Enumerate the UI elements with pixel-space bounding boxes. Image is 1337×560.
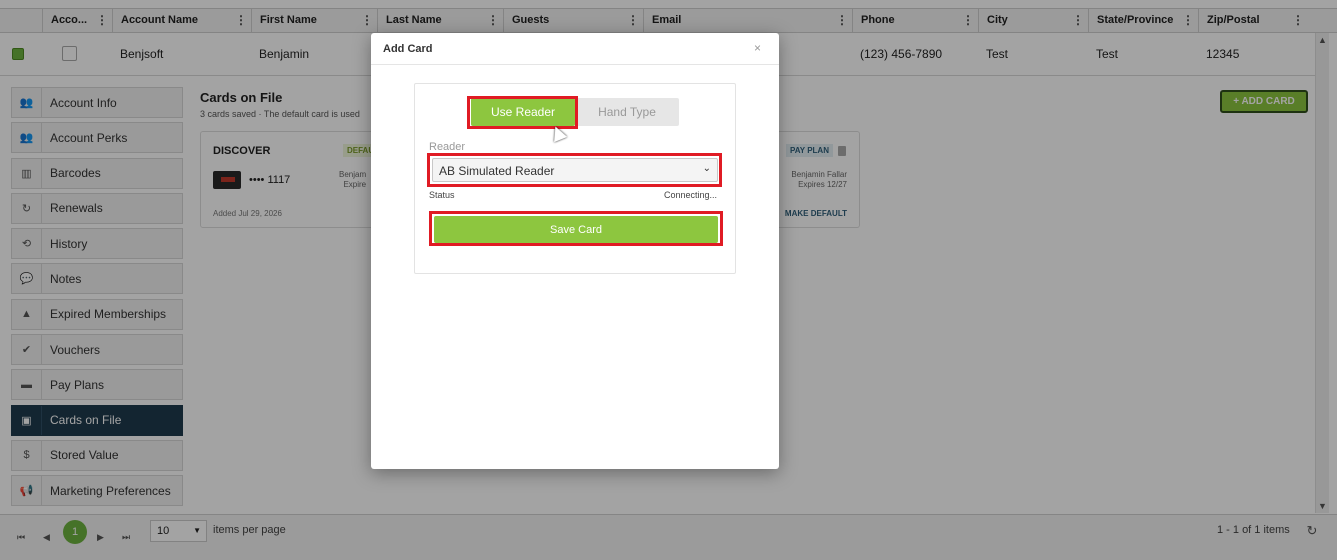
status-value: Connecting...	[663, 190, 717, 200]
modal-header: Add Card ×	[371, 33, 779, 65]
chevron-down-icon: ⌄	[702, 163, 711, 174]
reader-select[interactable]: AB Simulated Reader ⌄	[432, 158, 718, 182]
add-card-form: Use Reader Hand Type Reader AB Simulated…	[414, 83, 736, 274]
reader-label: Reader	[429, 141, 466, 153]
status-label: Status	[429, 190, 455, 200]
modal-title: Add Card	[383, 43, 433, 55]
close-icon[interactable]: ×	[754, 41, 761, 55]
tab-hand-type[interactable]: Hand Type	[575, 98, 679, 126]
save-card-button[interactable]: Save Card	[434, 216, 718, 243]
tab-use-reader[interactable]: Use Reader	[471, 98, 575, 126]
entry-mode-toggle: Use Reader Hand Type	[471, 98, 679, 126]
add-card-modal: Add Card × Use Reader Hand Type Reader A…	[371, 33, 779, 469]
